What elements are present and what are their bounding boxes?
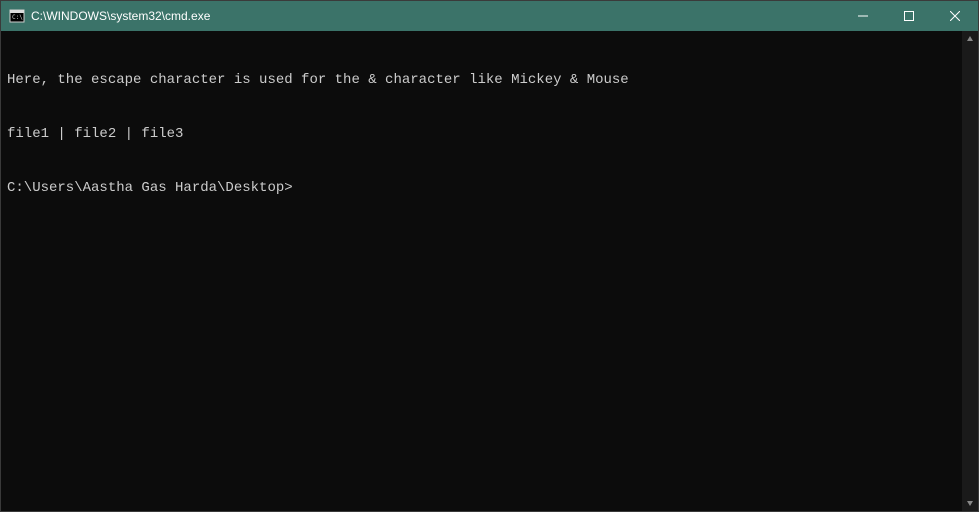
cmd-window: C:\ C:\WINDOWS\system32\cmd.exe <box>0 0 979 512</box>
minimize-button[interactable] <box>840 1 886 31</box>
svg-text:C:\: C:\ <box>12 14 23 21</box>
maximize-button[interactable] <box>886 1 932 31</box>
window-controls <box>840 1 978 31</box>
terminal-area: Here, the escape character is used for t… <box>1 31 978 511</box>
cmd-icon: C:\ <box>9 8 25 24</box>
prompt-text: C:\Users\Aastha Gas Harda\Desktop> <box>7 179 293 197</box>
vertical-scrollbar[interactable] <box>962 31 978 511</box>
titlebar[interactable]: C:\ C:\WINDOWS\system32\cmd.exe <box>1 1 978 31</box>
output-line: file1 | file2 | file3 <box>7 125 956 143</box>
window-title: C:\WINDOWS\system32\cmd.exe <box>31 9 840 23</box>
cursor <box>293 179 301 195</box>
scroll-down-arrow-icon[interactable] <box>962 495 978 511</box>
scroll-up-arrow-icon[interactable] <box>962 31 978 47</box>
terminal-content[interactable]: Here, the escape character is used for t… <box>1 31 962 511</box>
prompt-line: C:\Users\Aastha Gas Harda\Desktop> <box>7 179 956 197</box>
output-line: Here, the escape character is used for t… <box>7 71 956 89</box>
close-button[interactable] <box>932 1 978 31</box>
